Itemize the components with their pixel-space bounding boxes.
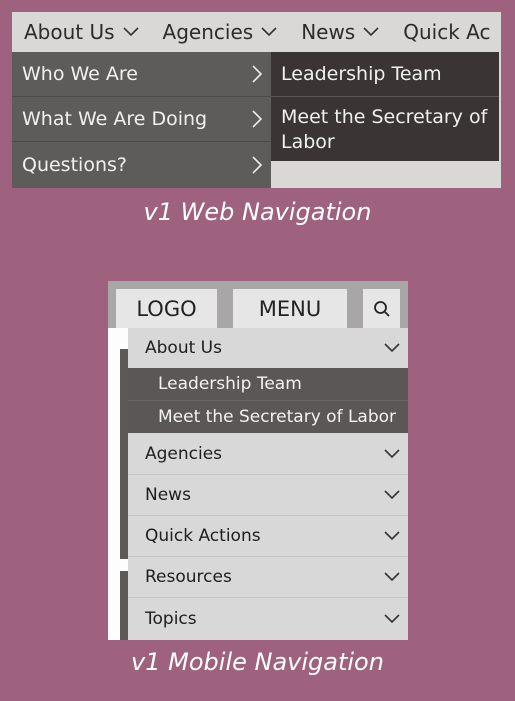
mobile-header: LOGO MENU: [108, 281, 408, 328]
chevron-down-icon: [384, 490, 400, 500]
who-we-are-flyout: Leadership Team Meet the Secretary of La…: [271, 52, 499, 161]
web-nav-caption: v1 Web Navigation: [143, 198, 372, 226]
submenu-item-label: Questions?: [22, 153, 127, 176]
top-menu-about-us[interactable]: About Us: [12, 20, 139, 44]
mobile-navigation: LOGO MENU About Us Leadership Team Meet …: [108, 281, 408, 640]
top-menu-news[interactable]: News: [289, 20, 379, 44]
mobile-item-resources[interactable]: Resources: [128, 557, 408, 598]
mobile-subitem-meet-secretary[interactable]: Meet the Secretary of Labor: [128, 401, 408, 433]
mobile-item-label: Resources: [145, 567, 232, 587]
chevron-right-icon: [252, 65, 263, 83]
about-us-subitems: Leadership Team Meet the Secretary of La…: [128, 368, 408, 433]
top-menu-label: Quick Ac: [403, 20, 491, 44]
flyout-item-meet-secretary[interactable]: Meet the Secretary of Labor: [271, 97, 499, 155]
web-top-menu-bar: About Us Agencies News Quick Ac: [12, 12, 501, 52]
chevron-down-icon: [384, 531, 400, 541]
logo-button[interactable]: LOGO: [116, 289, 217, 328]
about-us-submenu: Who We Are What We Are Doing Questions?: [12, 52, 271, 188]
mobile-item-label: News: [145, 485, 191, 505]
submenu-item-label: Who We Are: [22, 63, 138, 85]
mobile-item-topics[interactable]: Topics: [128, 598, 408, 640]
mobile-item-agencies[interactable]: Agencies: [128, 434, 408, 475]
submenu-item-what-we-are-doing[interactable]: What We Are Doing: [12, 97, 271, 142]
chevron-down-icon: [261, 27, 277, 37]
mobile-menu-list: About Us Leadership Team Meet the Secret…: [128, 328, 408, 640]
top-menu-agencies[interactable]: Agencies: [151, 20, 278, 44]
chevron-right-icon: [252, 110, 263, 128]
chevron-down-icon: [363, 27, 379, 37]
left-accent-stripe: [120, 571, 128, 640]
search-button[interactable]: [363, 289, 400, 328]
chevron-down-icon: [122, 27, 139, 37]
mobile-nav-caption: v1 Mobile Navigation: [131, 648, 384, 676]
mobile-item-quick-actions[interactable]: Quick Actions: [128, 516, 408, 557]
left-accent-stripe: [120, 349, 128, 559]
top-menu-quick-actions[interactable]: Quick Ac: [391, 20, 490, 44]
mobile-item-label: Topics: [145, 609, 197, 629]
top-menu-label: News: [301, 20, 356, 44]
submenu-item-label: What We Are Doing: [22, 108, 208, 130]
submenu-item-who-we-are[interactable]: Who We Are: [12, 52, 271, 97]
top-menu-label: About Us: [24, 20, 115, 44]
top-menu-label: Agencies: [162, 20, 254, 44]
submenu-item-questions[interactable]: Questions?: [12, 142, 271, 187]
chevron-right-icon: [252, 155, 263, 174]
search-icon: [373, 300, 390, 317]
chevron-down-icon: [384, 614, 400, 624]
menu-button[interactable]: MENU: [233, 289, 347, 328]
mobile-item-news[interactable]: News: [128, 475, 408, 516]
mobile-subitem-leadership-team[interactable]: Leadership Team: [128, 368, 408, 401]
chevron-down-icon: [384, 572, 400, 582]
chevron-down-icon: [384, 343, 400, 353]
mobile-item-label: Agencies: [145, 444, 223, 464]
flyout-item-leadership-team[interactable]: Leadership Team: [271, 52, 499, 97]
mobile-item-label: About Us: [145, 338, 222, 358]
mobile-item-about-us[interactable]: About Us: [128, 328, 408, 368]
mobile-item-label: Quick Actions: [145, 526, 261, 546]
web-navigation: About Us Agencies News Quick Ac Who We A…: [12, 12, 501, 188]
chevron-down-icon: [384, 449, 400, 459]
